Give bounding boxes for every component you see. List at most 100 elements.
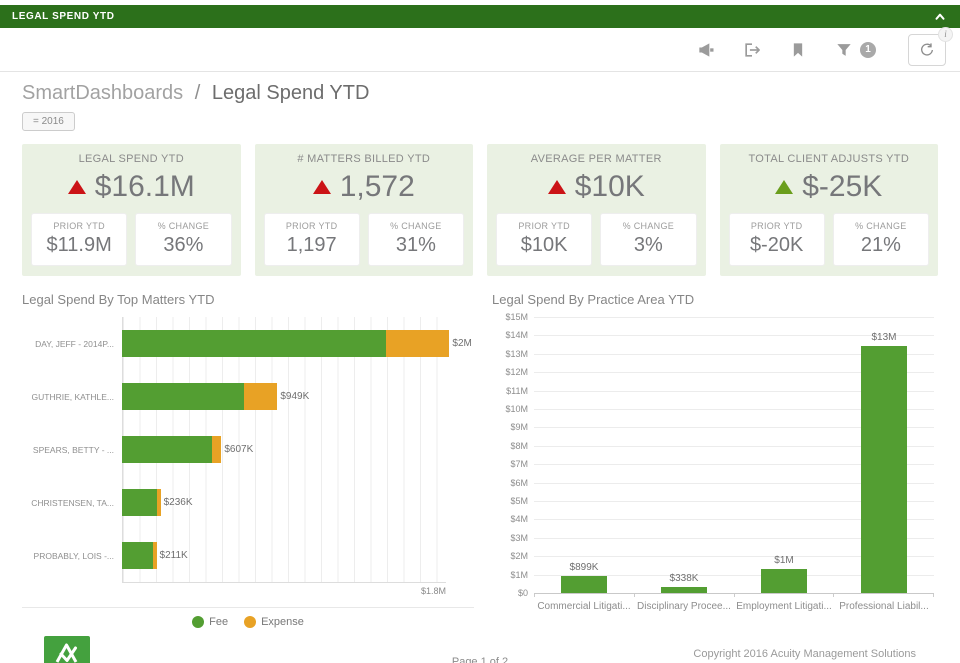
fee-bar-segment[interactable]: [122, 436, 212, 463]
y-axis-tick-label: $14M: [505, 330, 534, 340]
kpi-title: LEGAL SPEND YTD: [31, 153, 232, 165]
legend-item[interactable]: Fee: [192, 616, 228, 628]
category-label: Employment Litigati...: [734, 597, 834, 612]
page-indicator: Page 1 of 2: [452, 656, 508, 663]
y-axis-tick-label: $13M: [505, 349, 534, 359]
kpi-value: $10K: [575, 170, 645, 204]
announce-icon[interactable]: [696, 40, 716, 60]
kpi-card-legal-spend[interactable]: LEGAL SPEND YTD $16.1M PRIOR YTD $11.9M …: [22, 144, 241, 276]
y-axis-tick-label: $5M: [510, 496, 534, 506]
category-label: Commercial Litigati...: [534, 597, 634, 612]
expense-bar-segment[interactable]: [386, 330, 450, 357]
breadcrumb-separator: /: [195, 82, 201, 104]
kpi-change-value: 36%: [139, 234, 227, 257]
bar-value-label: $2M: [452, 338, 471, 349]
bookmark-icon[interactable]: [788, 40, 808, 60]
x-axis-max-label: $1.8M: [421, 586, 446, 596]
kpi-card-matters-billed[interactable]: # MATTERS BILLED YTD 1,572 PRIOR YTD 1,1…: [255, 144, 474, 276]
bar-value-label: $899K: [570, 562, 599, 573]
kpi-change-card: % CHANGE 31%: [368, 213, 464, 266]
legend-label: Expense: [261, 616, 304, 628]
kpi-card-client-adjusts[interactable]: TOTAL CLIENT ADJUSTS YTD $-25K PRIOR YTD…: [720, 144, 939, 276]
year-filter-chip[interactable]: = 2016: [22, 112, 75, 131]
top-matters-chart: Legal Spend By Top Matters YTD DAY, JEFF…: [22, 292, 474, 628]
chart-title: Legal Spend By Top Matters YTD: [22, 292, 474, 307]
legend-label: Fee: [209, 616, 228, 628]
expense-bar-segment[interactable]: [244, 383, 277, 410]
y-axis-tick-label: $15M: [505, 312, 534, 322]
y-axis-tick-label: $1M: [510, 570, 534, 580]
refresh-button[interactable]: i: [908, 34, 946, 66]
kpi-change-value: 3%: [604, 234, 692, 257]
fee-bar-segment[interactable]: [122, 383, 244, 410]
practice-area-bar[interactable]: [861, 346, 907, 593]
stacked-bar: $2M: [122, 330, 474, 357]
filter-count-badge: 1: [860, 42, 876, 58]
kpi-prior-value: 1,197: [268, 234, 356, 257]
kpi-change-label: % CHANGE: [837, 221, 925, 231]
breadcrumb-root-link[interactable]: SmartDashboards: [22, 82, 183, 104]
matter-row: GUTHRIE, KATHLE... $949K: [22, 370, 474, 423]
expense-bar-segment[interactable]: [153, 542, 156, 569]
x-axis-category-labels: Commercial Litigati...Disciplinary Proce…: [534, 597, 934, 612]
copyright: Copyright 2016 Acuity Management Solutio…: [508, 647, 916, 663]
practice-area-bar[interactable]: [761, 569, 807, 593]
y-axis-tick-label: $9M: [510, 422, 534, 432]
filter-icon[interactable]: [834, 40, 854, 60]
practice-area-bar[interactable]: [661, 587, 707, 593]
kpi-prior-label: PRIOR YTD: [35, 221, 123, 231]
info-badge[interactable]: i: [938, 27, 953, 42]
matter-label: CHRISTENSEN, TA...: [22, 498, 122, 508]
content-area: SmartDashboards / Legal Spend YTD = 2016…: [0, 72, 960, 663]
bar-value-label: $13M: [871, 332, 896, 343]
collapse-chevron-up-icon[interactable]: [932, 10, 948, 24]
practice-area-chart: Legal Spend By Practice Area YTD $15M$14…: [492, 292, 938, 628]
bar-value-label: $949K: [280, 391, 309, 402]
export-icon[interactable]: [742, 40, 762, 60]
kpi-title: TOTAL CLIENT ADJUSTS YTD: [729, 153, 930, 165]
matter-row: SPEARS, BETTY - ...$607K: [22, 423, 474, 476]
bars-layer: $899K$338K$1M$13M: [534, 317, 934, 593]
expense-bar-segment[interactable]: [157, 489, 161, 516]
y-axis-tick-label: $10M: [505, 404, 534, 414]
category-label: Disciplinary Procee...: [634, 597, 734, 612]
y-axis-tick-label: $8M: [510, 441, 534, 451]
trend-up-icon: [313, 180, 331, 194]
expense-bar-segment[interactable]: [212, 436, 221, 463]
copyright-line1: Copyright 2016 Acuity Management Solutio…: [508, 647, 916, 662]
kpi-change-card: % CHANGE 36%: [135, 213, 231, 266]
acuity-logo[interactable]: ACUITY E L M™: [44, 636, 90, 663]
kpi-prior-card: PRIOR YTD $-20K: [729, 213, 825, 266]
stacked-bar: $949K: [122, 383, 474, 410]
chart-title: Legal Spend By Practice Area YTD: [492, 292, 938, 307]
fee-bar-segment[interactable]: [122, 489, 157, 516]
y-axis-tick-label: $11M: [506, 386, 534, 396]
kpi-prior-card: PRIOR YTD 1,197: [264, 213, 360, 266]
matter-label: GUTHRIE, KATHLE...: [22, 392, 122, 402]
fee-bar-segment[interactable]: [122, 542, 153, 569]
kpi-change-value: 31%: [372, 234, 460, 257]
legend-item[interactable]: Expense: [244, 616, 304, 628]
practice-area-bar[interactable]: [561, 576, 607, 593]
kpi-title: # MATTERS BILLED YTD: [264, 153, 465, 165]
matter-label: PROBABLY, LOIS -...: [22, 551, 122, 561]
dashboard-titlebar: LEGAL SPEND YTD: [0, 5, 960, 28]
practice-area-plot: $15M$14M$13M$12M$11M$10M$9M$8M$7M$6M$5M$…: [534, 317, 934, 593]
bar-value-label: $607K: [224, 444, 253, 455]
legend-dot: [192, 616, 204, 628]
kpi-value: $-25K: [802, 170, 882, 204]
bar-column: $13M: [834, 317, 934, 593]
matter-row: CHRISTENSEN, TA...$236K: [22, 476, 474, 529]
bar-value-label: $338K: [670, 573, 699, 584]
fee-bar-segment[interactable]: [122, 330, 386, 357]
stacked-bar: $211K: [122, 542, 474, 569]
kpi-row: LEGAL SPEND YTD $16.1M PRIOR YTD $11.9M …: [22, 144, 938, 276]
kpi-card-average-per-matter[interactable]: AVERAGE PER MATTER $10K PRIOR YTD $10K %…: [487, 144, 706, 276]
top-matters-chart-rows: DAY, JEFF - 2014P... $2M GUTHRIE, KATHLE..…: [22, 317, 474, 582]
matter-label: DAY, JEFF - 2014P...: [22, 339, 122, 349]
kpi-prior-label: PRIOR YTD: [500, 221, 588, 231]
y-axis-tick-label: $0: [518, 588, 534, 598]
y-axis-tick-label: $6M: [510, 478, 534, 488]
footer: ACUITY E L M™ Page 1 of 2 Copyright 2016…: [22, 630, 938, 663]
filter-control: 1: [834, 40, 876, 60]
